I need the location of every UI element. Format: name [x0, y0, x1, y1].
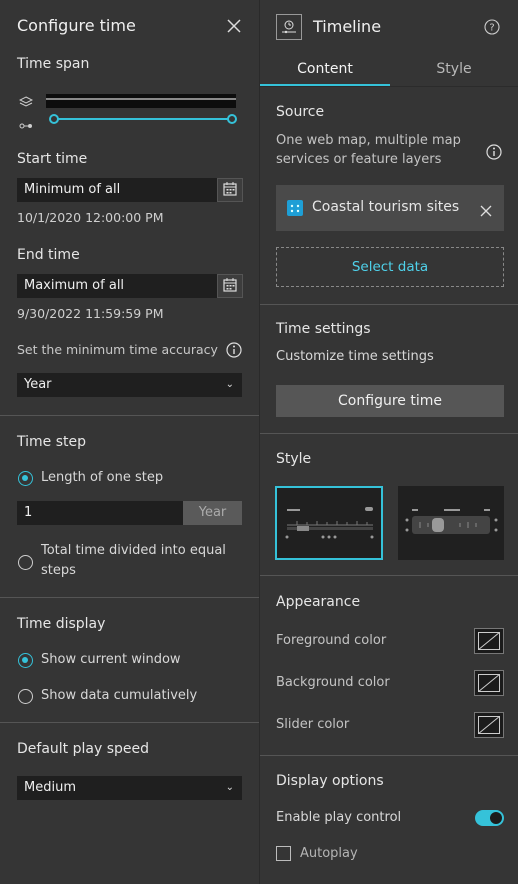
remove-icon[interactable] — [480, 202, 492, 217]
close-icon[interactable] — [226, 18, 242, 34]
style-label: Style — [276, 451, 312, 467]
foreground-color-swatch[interactable] — [474, 628, 504, 654]
length-of-step-label: Length of one step — [41, 470, 164, 485]
time-settings-desc: Customize time settings — [276, 349, 434, 364]
autoplay-checkbox[interactable] — [276, 846, 291, 861]
total-time-label-line1: Total time divided into equal — [41, 543, 226, 558]
source-item[interactable]: Coastal tourism sites — [276, 185, 504, 231]
play-speed-label: Default play speed — [17, 741, 149, 757]
slider-color-label: Slider color — [276, 717, 350, 732]
start-calendar-button[interactable] — [217, 178, 243, 202]
svg-text:?: ? — [489, 23, 494, 34]
start-time-label: Start time — [17, 151, 88, 167]
timeline-widget-icon — [276, 14, 302, 40]
radio-total-time-divided[interactable] — [18, 555, 33, 570]
end-time-input[interactable]: Maximum of all — [17, 274, 217, 298]
feature-layer-icon — [287, 200, 303, 216]
display-options-label: Display options — [276, 773, 384, 789]
time-span-histogram — [46, 94, 236, 108]
source-desc-line1: One web map, multiple map — [276, 133, 461, 148]
chevron-down-icon: ⌄ — [225, 782, 234, 793]
layers-icon — [18, 93, 34, 107]
configure-time-button[interactable]: Configure time — [276, 385, 504, 417]
end-time-label: End time — [17, 247, 80, 263]
play-speed-selected: Medium — [24, 780, 76, 795]
help-icon[interactable]: ? — [484, 19, 500, 35]
enable-play-label: Enable play control — [276, 810, 402, 825]
appearance-label: Appearance — [276, 594, 361, 610]
timeline-settings-panel: Timeline ? Content Style Source One web … — [260, 0, 518, 884]
time-step-label: Time step — [17, 434, 86, 450]
source-desc-line2: services or feature layers — [276, 152, 442, 167]
show-current-window-label: Show current window — [41, 652, 181, 667]
slider-color-swatch[interactable] — [474, 712, 504, 738]
info-icon[interactable] — [226, 342, 242, 358]
source-label: Source — [276, 104, 325, 120]
calendar-icon — [223, 277, 237, 296]
autoplay-label: Autoplay — [300, 846, 358, 861]
foreground-color-label: Foreground color — [276, 633, 387, 648]
style-option-classic[interactable] — [275, 486, 383, 560]
accuracy-label: Set the minimum time accuracy — [17, 342, 218, 357]
step-unit: Year — [183, 501, 242, 525]
radio-show-current-window[interactable] — [18, 653, 33, 668]
style-option-modern[interactable] — [398, 486, 504, 560]
accuracy-select[interactable]: Year ⌄ — [17, 373, 242, 397]
enable-play-toggle[interactable] — [475, 810, 504, 826]
panel-title: Configure time — [17, 16, 136, 35]
tab-content[interactable]: Content — [260, 52, 390, 86]
start-time-input[interactable]: Minimum of all — [17, 178, 217, 202]
range-end-handle[interactable] — [227, 114, 237, 124]
time-span-label: Time span — [17, 56, 90, 72]
accuracy-selected: Year — [24, 377, 52, 392]
radio-show-cumulatively[interactable] — [18, 689, 33, 704]
end-calendar-button[interactable] — [217, 274, 243, 298]
configure-time-panel: Configure time Time span Start time Mini… — [0, 0, 260, 884]
timeline-title: Timeline — [313, 17, 382, 36]
end-time-date: 9/30/2022 11:59:59 PM — [17, 306, 164, 321]
step-value-input[interactable]: 1 — [17, 501, 183, 525]
time-display-label: Time display — [17, 616, 106, 632]
source-item-name: Coastal tourism sites — [312, 199, 460, 215]
background-color-label: Background color — [276, 675, 390, 690]
total-time-label-line2: steps — [41, 563, 76, 578]
radio-length-of-step[interactable] — [18, 471, 33, 486]
show-cumulatively-label: Show data cumulatively — [41, 688, 198, 703]
range-start-handle[interactable] — [49, 114, 59, 124]
start-time-date: 10/1/2020 12:00:00 PM — [17, 210, 164, 225]
select-data-button[interactable]: Select data — [276, 247, 504, 287]
range-icon — [19, 115, 33, 129]
tab-style[interactable]: Style — [390, 52, 518, 86]
chevron-down-icon: ⌄ — [225, 379, 234, 390]
play-speed-select[interactable]: Medium ⌄ — [17, 776, 242, 800]
info-icon[interactable] — [486, 144, 502, 160]
background-color-swatch[interactable] — [474, 670, 504, 696]
calendar-icon — [223, 181, 237, 200]
time-span-track[interactable] — [54, 118, 232, 120]
time-settings-label: Time settings — [276, 321, 371, 337]
